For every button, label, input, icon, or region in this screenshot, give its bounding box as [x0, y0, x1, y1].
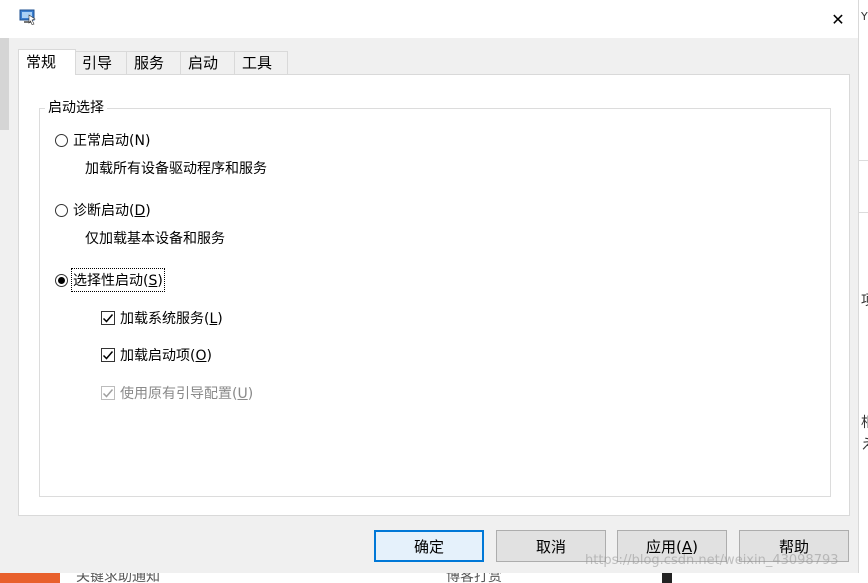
radio-label: 正常启动(N) — [73, 133, 151, 149]
close-button[interactable]: ✕ — [818, 0, 858, 38]
normal-startup-description: 加载所有设备驱动程序和服务 — [85, 161, 267, 177]
selective-startup-radio[interactable]: 选择性启动(S) — [55, 268, 165, 292]
checkbox-checked[interactable] — [101, 311, 115, 325]
radio-label: 选择性启动(S) — [71, 268, 165, 292]
radio-button-checked[interactable] — [55, 273, 68, 287]
checkbox-checked-disabled — [101, 386, 115, 400]
close-icon: ✕ — [831, 9, 845, 29]
load-system-services-checkbox[interactable]: 加载系统服务(L) — [101, 307, 223, 329]
checkbox-label: 加载系统服务(L) — [120, 311, 223, 327]
background-text: YU — [861, 10, 868, 23]
radio-button-unchecked[interactable] — [55, 133, 68, 147]
checkbox-checked[interactable] — [101, 348, 115, 362]
checkbox-label: 使用原有引导配置(U) — [120, 386, 254, 402]
normal-startup-radio[interactable]: 正常启动(N) — [55, 129, 150, 151]
checkmark-icon — [102, 314, 114, 323]
radio-button-unchecked[interactable] — [55, 203, 68, 217]
general-tab-panel: 启动选择 正常启动(N) 加载所有设备驱动程序和服务 诊断启动(D) 仅加载基本… — [18, 74, 850, 516]
checkmark-icon — [102, 351, 114, 360]
diagnostic-startup-description: 仅加载基本设备和服务 — [85, 231, 225, 247]
background-text: え — [861, 434, 868, 454]
background-text: 相 — [861, 412, 868, 432]
checkbox-label: 加载启动项(O) — [120, 348, 212, 364]
tab-boot[interactable]: 引导 — [74, 51, 129, 74]
load-startup-items-checkbox[interactable]: 加载启动项(O) — [101, 344, 212, 366]
tab-general[interactable]: 常规 — [18, 49, 76, 75]
tab-services[interactable]: 服务 — [126, 51, 181, 74]
background-text: 博客打赏 — [446, 573, 502, 583]
background-window-right: YU 项 相 え — [858, 0, 868, 583]
cancel-button[interactable]: 取消 — [496, 530, 606, 562]
use-original-boot-config-checkbox: 使用原有引导配置(U) — [101, 382, 253, 404]
diagnostic-startup-radio[interactable]: 诊断启动(D) — [55, 199, 151, 221]
tab-startup[interactable]: 启动 — [180, 51, 235, 74]
group-label: 启动选择 — [45, 98, 107, 118]
apply-button[interactable]: 应用(A) — [617, 530, 727, 562]
ok-button[interactable]: 确定 — [374, 530, 484, 562]
background-window-bottom: 关键求助通知 博客打赏 — [0, 573, 868, 583]
help-button[interactable]: 帮助 — [739, 530, 849, 562]
title-bar: ✕ — [0, 0, 858, 38]
tab-tools[interactable]: 工具 — [234, 51, 288, 74]
background-text: 关键求助通知 — [76, 573, 160, 583]
background-text: 项 — [861, 290, 868, 310]
msconfig-app-icon — [19, 9, 36, 25]
radio-label: 诊断启动(D) — [73, 203, 151, 219]
background-window-edge — [0, 38, 9, 130]
checkmark-icon — [102, 389, 114, 398]
